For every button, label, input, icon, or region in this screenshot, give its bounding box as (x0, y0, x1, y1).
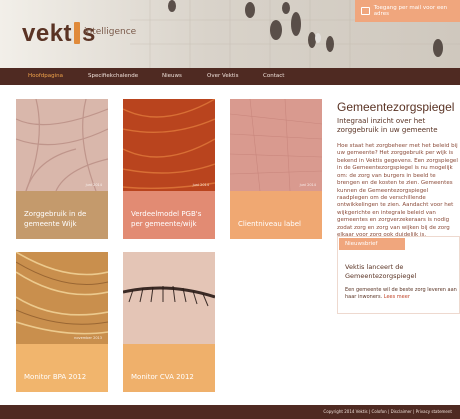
site-header: vekt s intelligence Toegang per mail voor… (0, 0, 460, 68)
tile-date: november 2013 (74, 336, 102, 340)
tile-date: juni 2014 (299, 183, 316, 187)
logo-text-part-1: vekt (22, 20, 73, 47)
mail-icon (361, 7, 370, 15)
tile-label: Zorggebruik in de gemeente Wijk (24, 210, 87, 228)
logo-mark-icon (74, 22, 81, 44)
tile-verdeelmodel[interactable]: juni 2014 Verdeelmodel PGB's per gemeent… (123, 99, 215, 239)
logo-tagline: intelligence (84, 27, 137, 37)
promo-text: Toegang per mail voor een adres (373, 5, 448, 17)
tile-monitor-cva[interactable]: Monitor CVA 2012 (123, 252, 215, 392)
tile-label: Monitor BPA 2012 (24, 372, 87, 381)
news-box-title[interactable]: Vektis lanceert de Gemeentezorgspiegel (345, 263, 457, 281)
read-more-link[interactable]: Lees meer (384, 294, 410, 300)
blonde-hair-image (16, 252, 108, 344)
nav-item-specifiek[interactable]: Specifiekchalende (88, 68, 138, 85)
red-hair-image (123, 99, 215, 191)
page-title: Gemeentezorgspiegel (337, 100, 455, 114)
article-paragraph: Hoe staat het zorgbeheer met het beleid … (337, 143, 458, 238)
tile-monitor-bpa[interactable]: november 2013 Monitor BPA 2012 (16, 252, 108, 392)
tile-date: juni 2014 (192, 183, 209, 187)
skin-texture-image (230, 99, 322, 191)
nav-item-home[interactable]: Hoofdpagina (28, 68, 63, 85)
tile-zorggebruik[interactable]: juni 2014 Zorggebruik in de gemeente Wij… (16, 99, 108, 239)
nav-item-about[interactable]: Over Vektis (207, 68, 238, 85)
tile-date: juni 2014 (85, 183, 102, 187)
nav-item-contact[interactable]: Contact (263, 68, 284, 85)
news-box-tab[interactable]: Nieuwsbrief (339, 238, 405, 250)
hand-palm-image (16, 99, 108, 191)
news-box-text: Een gemeente wil de beste zorg leveren a… (345, 287, 457, 301)
tile-label: Monitor CVA 2012 (131, 372, 194, 381)
nav-item-news[interactable]: Nieuws (162, 68, 182, 85)
main-navigation: Hoofdpagina Specifiekchalende Nieuws Ove… (0, 68, 460, 85)
promo-banner[interactable]: Toegang per mail voor een adres (355, 0, 460, 22)
tile-clientniveau[interactable]: juni 2014 Clientniveau label (230, 99, 322, 239)
site-footer: Copyright 2014 Vektis | Colofon | Discla… (0, 405, 460, 419)
tile-label: Clientniveau label (238, 219, 301, 228)
eye-lashes-image (123, 252, 215, 344)
tile-label: Verdeelmodel PGB's per gemeente/wijk (131, 210, 202, 228)
page-subtitle: Integraal inzicht over het zorggebruik in… (337, 117, 438, 135)
